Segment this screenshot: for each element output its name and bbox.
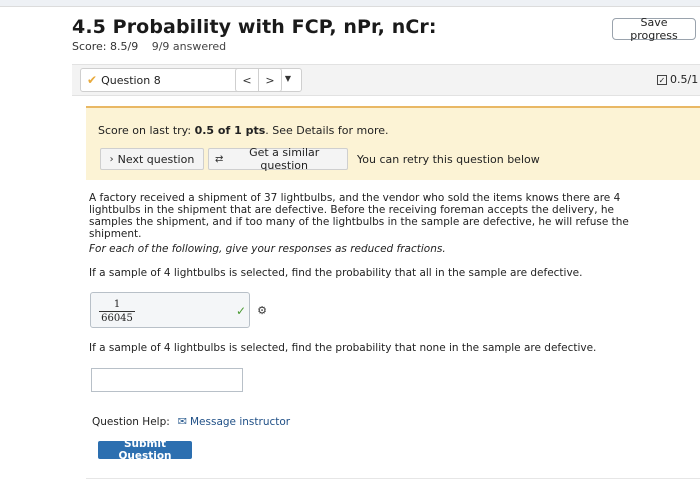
- checkbox-icon: ✓: [657, 74, 667, 85]
- feedback-message: Score on last try: 0.5 of 1 pts. See Det…: [98, 124, 389, 137]
- chevron-down-icon: ▼: [284, 74, 291, 83]
- retry-text: You can retry this question below: [357, 153, 540, 166]
- feedback-score: 0.5 of 1 pts: [194, 124, 266, 137]
- similar-question-label: Get a similar question: [249, 146, 320, 172]
- partial-check-icon: ✔: [87, 73, 98, 87]
- instructions: For each of the following, give your res…: [89, 243, 446, 255]
- feedback-suffix: . See Details for more.: [265, 124, 389, 137]
- numerator: 1: [99, 299, 135, 312]
- score-summary: Score: 8.5/9 9/9 answered: [72, 40, 226, 53]
- part2-answer-field[interactable]: [91, 368, 243, 392]
- message-instructor-link[interactable]: Message instructor: [190, 416, 290, 428]
- submit-question-button[interactable]: Submit Question: [98, 438, 192, 462]
- next-question-arrow-button[interactable]: >: [258, 68, 282, 92]
- mail-icon: ✉: [177, 415, 187, 428]
- question-help-label: Question Help:: [92, 415, 170, 428]
- question-help: Question Help: ✉ Message instructor: [92, 415, 290, 428]
- question-score: ✓ 0.5/1: [657, 73, 698, 86]
- total-score: Score: 8.5/9: [72, 40, 139, 53]
- answered-count: 9/9 answered: [151, 40, 227, 53]
- gear-icon[interactable]: ⚙: [252, 300, 272, 320]
- top-bar: [0, 0, 700, 7]
- part2-prompt: If a sample of 4 lightbulbs is selected,…: [89, 342, 597, 354]
- previous-question-button[interactable]: <: [235, 68, 259, 92]
- feedback-panel: Score on last try: 0.5 of 1 pts. See Det…: [86, 106, 700, 180]
- question-select-label: Question 8: [101, 73, 161, 87]
- question-navigation: ✔ Question 8 ▼ < > ✓ 0.5/1: [72, 64, 700, 96]
- similar-question-button[interactable]: ⇄ Get a similar question: [208, 146, 348, 172]
- question-score-value: 0.5/1: [670, 73, 699, 86]
- save-progress-button[interactable]: Save progress: [612, 16, 696, 42]
- denominator: 66045: [101, 313, 133, 324]
- fraction: 1 66045: [99, 299, 135, 324]
- refresh-icon: ⇄: [215, 153, 224, 165]
- divider: [86, 478, 700, 479]
- part1-prompt: If a sample of 4 lightbulbs is selected,…: [89, 267, 583, 279]
- problem-statement: A factory received a shipment of 37 ligh…: [89, 192, 629, 240]
- next-question-label: Next question: [117, 152, 195, 166]
- next-question-button[interactable]: › Next question: [100, 148, 204, 170]
- feedback-prefix: Score on last try:: [98, 124, 195, 137]
- page-title: 4.5 Probability with FCP, nPr, nCr:: [72, 16, 437, 38]
- correct-check-icon: ✓: [236, 304, 247, 318]
- chevron-right-icon: ›: [109, 153, 114, 165]
- part1-answer-field[interactable]: 1 66045: [90, 292, 250, 328]
